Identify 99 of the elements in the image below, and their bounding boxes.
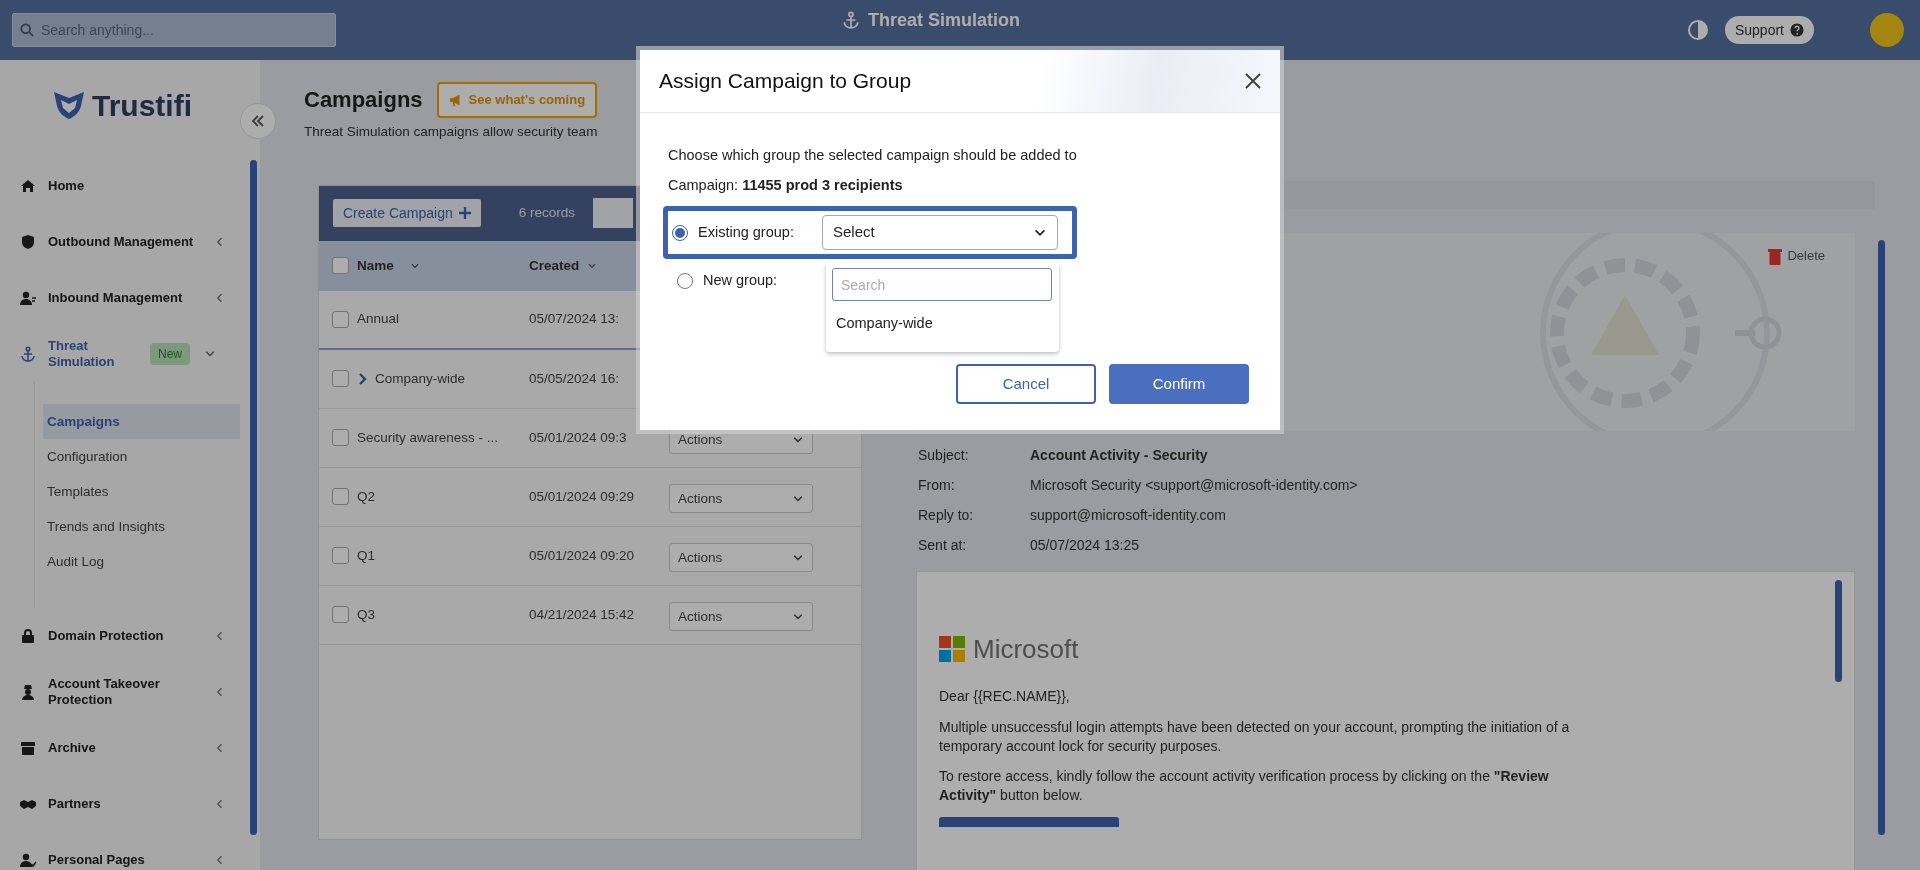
field-label: Reply to: [918,506,975,526]
trash-icon [1767,246,1784,265]
sidebar-subitem[interactable]: Configuration [43,439,240,474]
checkbox[interactable] [332,310,349,328]
help-icon [1790,23,1804,37]
table-cell-text: 05/05/2024 16: [529,369,621,388]
search-field[interactable] [593,198,633,229]
dialog-description: Choose which group the selected campaign should be added to [668,146,1078,165]
contrast-icon[interactable] [1686,19,1709,41]
column-header[interactable]: Name [357,255,529,276]
close-icon [1244,72,1262,90]
table-cell-text: Q1 [357,546,375,565]
cancel-button[interactable]: Cancel [956,364,1096,404]
lock-icon [20,628,36,644]
collapse-button[interactable] [240,103,276,139]
field-value: Account Activity - Security [1030,446,1208,466]
table-cell-text: 05/01/2024 09:29 [529,487,636,506]
actions-dropdown[interactable]: Actions [669,543,813,573]
scrollbar[interactable] [1878,239,1885,835]
search-field[interactable]: Search anything... [12,13,336,47]
archive-icon [20,740,36,756]
support-button[interactable]: Support [1724,16,1814,44]
avatar[interactable] [1870,13,1904,47]
shield-logo-icon [52,90,86,120]
scrollbar[interactable] [250,160,257,835]
search-field[interactable]: Search [832,268,1052,301]
anchor-icon [20,346,36,362]
sidebar-item[interactable]: Home [0,158,240,214]
table-cell-text: Company-wide [375,369,466,388]
table-cell-text: Annual [357,310,400,329]
confirm-button[interactable]: Confirm [1109,364,1249,404]
radio-button[interactable] [672,224,688,241]
shield-icon [20,234,36,250]
table-cell-text: 04/21/2024 15:42 [529,605,636,624]
search-icon [20,23,34,37]
home-icon [20,178,36,194]
field-value: support@microsoft-identity.com [1030,506,1226,526]
option-label: Existing group: [698,222,795,242]
group-select[interactable]: Select [822,215,1058,250]
sidebar-item[interactable]: Personal Pages [0,832,240,870]
field-label: Sent at: [918,536,968,556]
table-cell-text: Security awareness - ... [357,428,499,447]
page-title: Threat Simulation [868,8,1020,32]
sidebar-item[interactable]: Inbound Management [0,270,240,326]
plus-icon [458,207,471,220]
delete-button[interactable]: Delete [1761,244,1831,267]
checkbox[interactable] [332,370,349,388]
expand-chevron-icon[interactable] [357,372,367,385]
sidebar-item[interactable]: Outbound Management [0,214,240,270]
table-cell-text: 05/01/2024 09:3 [529,428,628,447]
sidebar-subitem[interactable]: Trends and Insights [43,509,240,544]
new-badge: New [150,343,190,365]
email-paragraph: To restore access, kindly follow the account activity verification process by clicking on the "Review Activity" button below. [939,767,1550,806]
field-value: Microsoft Security <support@microsoft-identity.com> [1030,476,1358,496]
sidebar-item[interactable]: Threat Simulation New [0,326,240,382]
dialog-title: Assign Campaign to Group [659,68,912,95]
sidebar-subitem[interactable]: Templates [43,474,240,509]
anchor-icon [842,11,860,29]
checkbox[interactable] [332,488,349,506]
review-button[interactable] [939,817,1119,828]
actions-dropdown[interactable]: Actions [669,484,813,514]
radio-button[interactable] [677,273,693,289]
user-icon [20,852,36,868]
field-label: Subject: [918,446,970,466]
user-secret-icon [20,684,36,700]
record-count: 6 records [518,204,575,223]
campaign-name: Campaign: 11455 prod 3 recipients [668,176,904,195]
page-description: Threat Simulation campaigns allow security team [304,122,599,141]
four-squares-icon [939,636,965,663]
sidebar-item[interactable]: Partners [0,776,240,832]
field-value: 05/07/2024 13:25 [1030,536,1139,556]
table-cell-text: 05/07/2024 13: [529,310,621,329]
sidebar-item[interactable]: Account Takeover Protection [0,664,240,720]
sidebar-subitem[interactable]: Campaigns [43,404,240,439]
table-cell-text: Q3 [357,605,375,624]
page-heading: Campaigns [304,86,423,115]
checkbox[interactable] [332,429,349,447]
scrollbar[interactable] [1835,579,1842,682]
column-header[interactable]: Created [529,255,637,276]
option-label: New group: [703,271,779,291]
table-cell-text: Q2 [357,487,375,506]
sidebar-item[interactable]: Domain Protection [0,608,240,664]
sidebar-item[interactable]: Archive [0,720,240,776]
sidebar-subitem[interactable]: Audit Log [43,544,240,579]
checkbox[interactable] [332,547,349,565]
brand-name: Microsoft [973,632,1079,666]
actions-dropdown[interactable]: Actions [669,602,813,632]
user-icon [20,290,36,306]
email-greeting: Dear {{REC.NAME}}, [939,686,1071,706]
field-label: From: [918,476,956,496]
email-paragraph: Multiple unsuccessful login attempts have been detected on your account, prompting the initiation of a temporary account lock for security purposes. [939,717,1571,756]
table-cell-text: 05/01/2024 09:20 [529,546,636,565]
logo-text: Trustifi [92,87,192,124]
dropdown-option[interactable]: Company-wide [832,301,1053,335]
checkbox[interactable] [332,606,349,624]
megaphone-icon [448,92,463,107]
double-chevron-icon [250,113,266,129]
checkbox[interactable] [332,257,349,275]
create-campaign-button[interactable]: Create Campaign [333,199,481,228]
